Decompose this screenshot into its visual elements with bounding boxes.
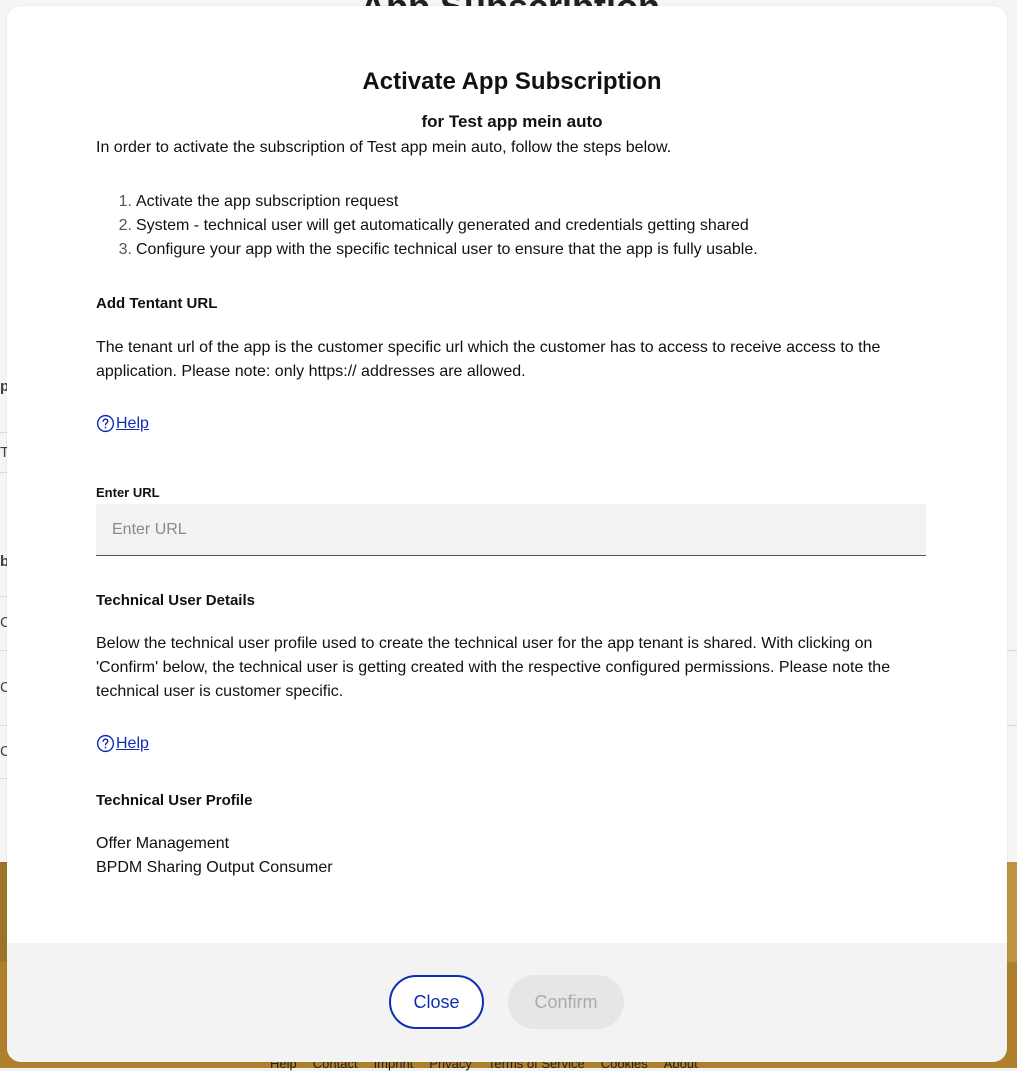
technical-user-description: Below the technical user profile used to… (96, 635, 891, 700)
help-circle-icon (96, 414, 115, 433)
tenant-url-input[interactable] (96, 504, 926, 556)
list-item: 2. System - technical user will get autom… (118, 217, 749, 234)
dialog-title: Activate App Subscription (362, 68, 662, 95)
tenant-help-label: Help (116, 414, 149, 432)
close-button[interactable]: Close (389, 975, 484, 1029)
technical-user-heading: Technical User Details (96, 592, 255, 609)
confirm-button[interactable]: Confirm (508, 975, 624, 1029)
technical-user-profile-heading: Technical User Profile (96, 792, 253, 809)
url-field-label: Enter URL (96, 485, 160, 500)
list-item: 1. Activate the app subscription request (118, 193, 399, 210)
help-circle-icon (96, 734, 115, 753)
technical-user-help-link[interactable]: Help (96, 734, 149, 753)
steps-list: 1. Activate the app subscription request … (96, 190, 758, 262)
technical-user-profile-item: Offer Management (96, 835, 230, 852)
dialog-subtitle: for Test app mein auto (421, 112, 603, 131)
dialog-intro-text: In order to activate the subscription of… (96, 139, 672, 156)
tenant-help-link[interactable]: Help (96, 414, 149, 433)
list-item: 3. Configure your app with the specific t… (118, 241, 758, 258)
activate-subscription-dialog: Activate App Subscription for Test app m… (7, 6, 1007, 1062)
dialog-footer: Close Confirm (7, 943, 1007, 1062)
tenant-url-description: The tenant url of the app is the custome… (96, 339, 881, 380)
technical-user-help-label: Help (116, 734, 149, 752)
tenant-url-heading: Add Tentant URL (96, 295, 218, 312)
technical-user-profile-item: BPDM Sharing Output Consumer (96, 859, 333, 876)
